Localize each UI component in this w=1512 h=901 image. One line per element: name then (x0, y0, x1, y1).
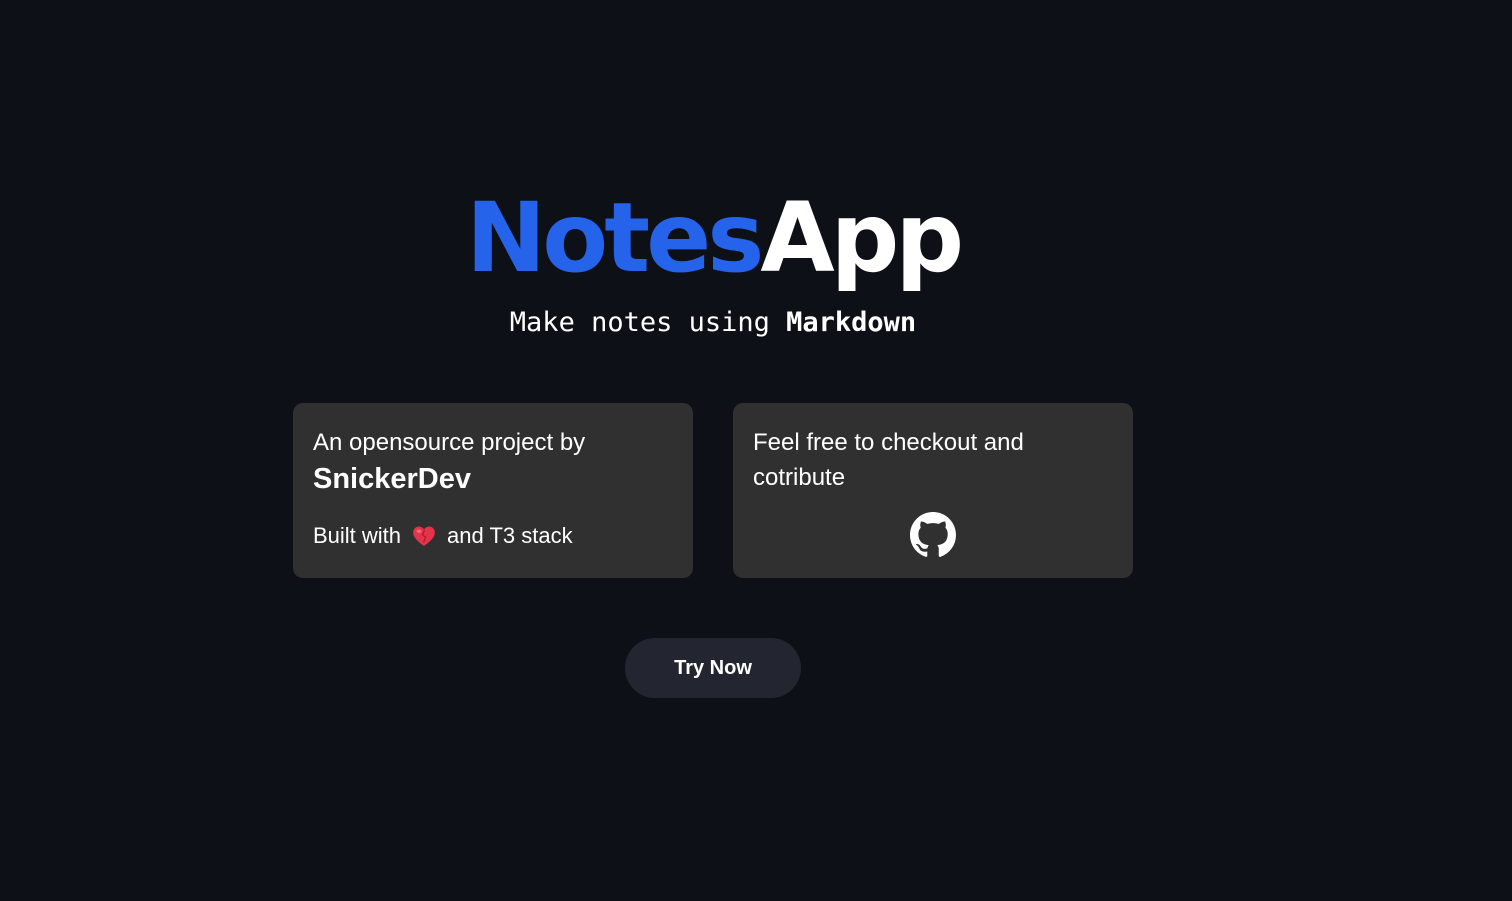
project-info-card: An opensource project by SnickerDev Buil… (293, 403, 693, 578)
app-title-notes: Notes (465, 182, 764, 294)
app-title-app: App (760, 182, 964, 294)
contribute-card: Feel free to checkout and cotribute (733, 403, 1133, 578)
author-name: SnickerDev (313, 463, 471, 495)
tagline-prefix: Make notes using (509, 307, 787, 338)
built-with-suffix: and T3 stack (447, 523, 573, 548)
tagline-emphasis: Markdown (786, 307, 917, 338)
project-intro-text: An opensource project by (313, 429, 586, 456)
github-icon[interactable] (910, 512, 956, 558)
heart-icon (413, 526, 435, 546)
app-title: NotesApp (0, 178, 1426, 298)
built-with-line: Built with and T3 stack (313, 519, 573, 553)
try-now-button[interactable]: Try Now (625, 638, 801, 698)
contribute-text: Feel free to checkout and cotribute (753, 429, 1024, 491)
built-with-prefix: Built with (313, 523, 402, 548)
tagline: Make notes using Markdown (0, 305, 1426, 341)
